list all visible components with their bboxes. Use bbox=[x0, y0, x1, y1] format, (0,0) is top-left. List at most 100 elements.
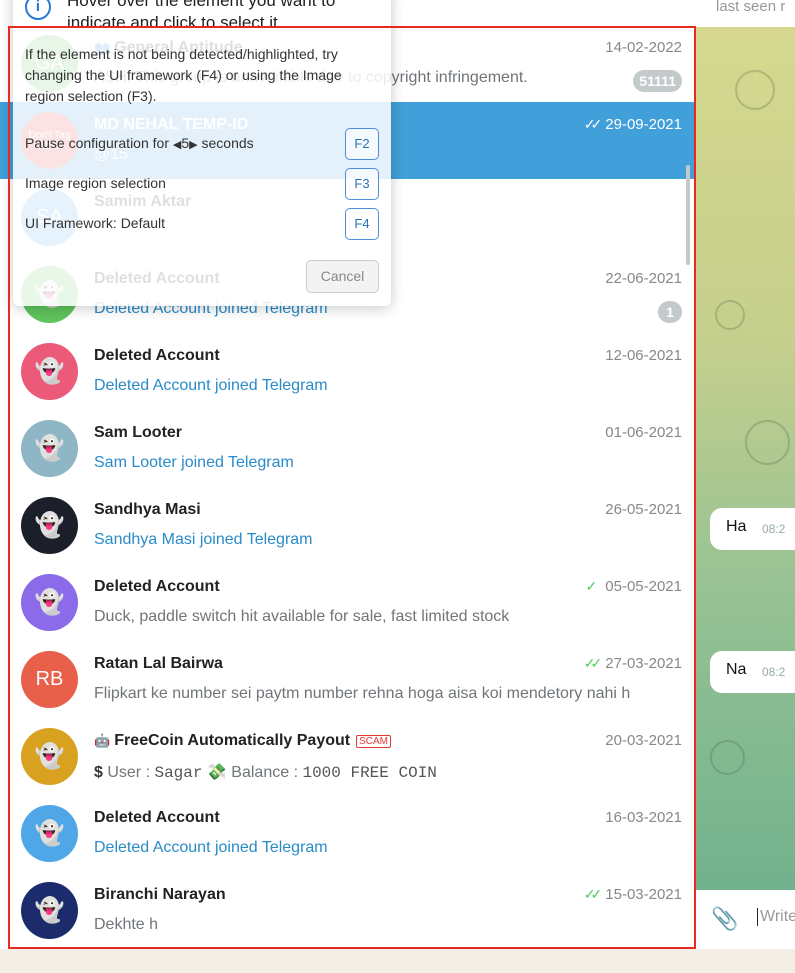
chat-preview: Flipkart ke number sei paytm number rehn… bbox=[94, 685, 631, 702]
avatar: 👻 bbox=[21, 497, 78, 554]
chat-date: 16-03-2021 bbox=[605, 809, 682, 826]
chat-date: 26-05-2021 bbox=[605, 501, 682, 518]
chat-row[interactable]: RB Ratan Lal Bairwa Flipkart ke number sei… bbox=[0, 641, 695, 718]
chat-date: ✓✓ 15-03-2021 bbox=[584, 886, 682, 903]
element-picker-panel: i Hover over the element you want to ind… bbox=[13, 0, 391, 306]
cancel-button[interactable]: Cancel bbox=[306, 260, 379, 293]
chat-preview: Sandhya Masi joined Telegram bbox=[94, 531, 313, 548]
chat-row[interactable]: 👻 Biranchi Narayan Dekhte h ✓✓ 15-03-2021 bbox=[0, 872, 695, 949]
background-doodle bbox=[710, 740, 745, 775]
chat-date: 14-02-2022 bbox=[605, 39, 682, 56]
chat-pane: last seen r Ha 08:2 Na 08:2 📎 Write bbox=[695, 0, 795, 973]
dollar-icon: $ bbox=[94, 764, 108, 781]
check-icon: ✓ bbox=[585, 578, 598, 594]
chat-name: Sam Looter bbox=[94, 424, 182, 442]
chat-name: Deleted Account bbox=[94, 347, 220, 365]
message-text: Ha bbox=[726, 518, 747, 535]
chat-row[interactable]: 👻 Sandhya Masi Sandhya Masi joined Telegra… bbox=[0, 487, 695, 564]
message-time: 08:2 bbox=[762, 522, 786, 536]
pause-prefix: Pause configuration for bbox=[25, 135, 169, 151]
chat-date-text: 27-03-2021 bbox=[605, 655, 682, 672]
chat-name-text: Ratan Lal Bairwa bbox=[94, 655, 223, 672]
chat-preview: $ User : Sagar 💸 Balance : 1000 FREE COI… bbox=[94, 762, 437, 782]
chat-name-text: FreeCoin Automatically Payout bbox=[114, 732, 351, 749]
pause-config-label: Pause configuration for ◀5▶ seconds bbox=[25, 135, 254, 151]
list-scrollbar[interactable] bbox=[686, 165, 690, 265]
chat-date-text: 12-06-2021 bbox=[605, 347, 682, 364]
balance-label: Balance : bbox=[231, 764, 299, 781]
ui-framework-label: UI Framework: Default bbox=[25, 215, 165, 231]
chat-date-text: 05-05-2021 bbox=[605, 578, 682, 595]
ui-framework-value: Default bbox=[120, 215, 166, 231]
chat-name: Deleted Account bbox=[94, 809, 220, 827]
chat-row[interactable]: 👻 Deleted Account Duck, paddle switch hit … bbox=[0, 564, 695, 641]
chat-date: 20-03-2021 bbox=[605, 732, 682, 749]
image-region-key-button[interactable]: F3 bbox=[345, 168, 379, 200]
double-check-icon: ✓✓ bbox=[583, 655, 603, 671]
chat-date: 12-06-2021 bbox=[605, 347, 682, 364]
ghost-icon: 👻 bbox=[34, 512, 65, 539]
chat-row[interactable]: 👻 Deleted Account Deleted Account joined T… bbox=[0, 333, 695, 410]
chat-date: ✓✓ 27-03-2021 bbox=[584, 655, 682, 672]
chat-date-text: 26-05-2021 bbox=[605, 501, 682, 518]
ghost-icon: 👻 bbox=[34, 743, 65, 770]
attach-icon[interactable]: 📎 bbox=[711, 906, 738, 932]
chat-name-text: Deleted Account bbox=[94, 347, 220, 364]
avatar: 👻 bbox=[21, 805, 78, 862]
pause-suffix: seconds bbox=[201, 135, 254, 151]
message-bubble[interactable]: Na 08:2 bbox=[710, 651, 795, 693]
message-input[interactable]: Write bbox=[757, 908, 795, 926]
chat-preview: Deleted Account joined Telegram bbox=[94, 377, 328, 394]
image-region-label: Image region selection bbox=[25, 175, 166, 191]
chat-row[interactable]: 👻 🤖 FreeCoin Automatically Payout SCAM $ Use… bbox=[0, 718, 695, 795]
pause-key-button[interactable]: F2 bbox=[345, 128, 379, 160]
chat-name: Sandhya Masi bbox=[94, 501, 201, 519]
scam-badge: SCAM bbox=[356, 734, 391, 748]
double-check-icon: ✓✓ bbox=[583, 886, 603, 902]
chat-date: ✓✓ 29-09-2021 bbox=[584, 116, 682, 133]
user-value: Sagar bbox=[154, 764, 203, 782]
message-bubble[interactable]: Ha 08:2 bbox=[710, 508, 795, 550]
message-text: Na bbox=[726, 661, 747, 678]
chat-name-text: Deleted Account bbox=[94, 578, 220, 595]
chat-date: ✓ 05-05-2021 bbox=[586, 578, 682, 595]
chat-name: Biranchi Narayan bbox=[94, 886, 226, 904]
user-label: User : bbox=[107, 764, 151, 781]
chat-header: last seen r bbox=[695, 0, 795, 27]
chat-row[interactable]: 👻 Sam Looter Sam Looter joined Telegram 01-… bbox=[0, 410, 695, 487]
info-icon: i bbox=[25, 0, 51, 20]
framework-key-button[interactable]: F4 bbox=[345, 208, 379, 240]
chat-row[interactable]: 👻 Deleted Account Deleted Account joined T… bbox=[0, 795, 695, 872]
chat-date: 22-06-2021 bbox=[605, 270, 682, 287]
chat-name: Ratan Lal Bairwa bbox=[94, 655, 223, 673]
balance-value: 1000 FREE COIN bbox=[302, 764, 437, 782]
increase-arrow-icon[interactable]: ▶ bbox=[189, 139, 197, 151]
chat-preview: Deleted Account joined Telegram bbox=[94, 839, 328, 856]
avatar: 👻 bbox=[21, 343, 78, 400]
chat-preview: Sam Looter joined Telegram bbox=[94, 454, 294, 471]
chat-date: 01-06-2021 bbox=[605, 424, 682, 441]
background-doodle bbox=[735, 70, 775, 110]
chat-date-text: 20-03-2021 bbox=[605, 732, 682, 749]
chat-preview: Duck, paddle switch hit available for sa… bbox=[94, 608, 510, 625]
avatar: 👻 bbox=[21, 574, 78, 631]
picker-tip: If the element is not being detected/hig… bbox=[25, 46, 342, 104]
chat-name-text: Sam Looter bbox=[94, 424, 183, 441]
unread-badge: 51111 bbox=[633, 70, 682, 92]
ghost-icon: 👻 bbox=[34, 358, 65, 385]
chat-name-text: Deleted Account bbox=[94, 809, 220, 826]
chat-date-text: 22-06-2021 bbox=[605, 270, 682, 287]
chat-name: 🤖 FreeCoin Automatically Payout SCAM bbox=[94, 732, 391, 750]
ghost-icon: 👻 bbox=[34, 897, 65, 924]
background-doodle bbox=[715, 300, 745, 330]
chat-date-text: 01-06-2021 bbox=[605, 424, 682, 441]
chat-preview: Dekhte h bbox=[94, 916, 159, 933]
chat-date-text: 16-03-2021 bbox=[605, 809, 682, 826]
unread-badge: 1 bbox=[658, 301, 682, 323]
ghost-icon: 👻 bbox=[34, 820, 65, 847]
chat-date-text: 14-02-2022 bbox=[605, 39, 682, 56]
avatar: RB bbox=[21, 651, 78, 708]
chat-name-text: Biranchi Narayan bbox=[94, 886, 226, 903]
picker-instruction: Hover over the element you want to indic… bbox=[67, 0, 336, 32]
message-time: 08:2 bbox=[762, 665, 786, 679]
